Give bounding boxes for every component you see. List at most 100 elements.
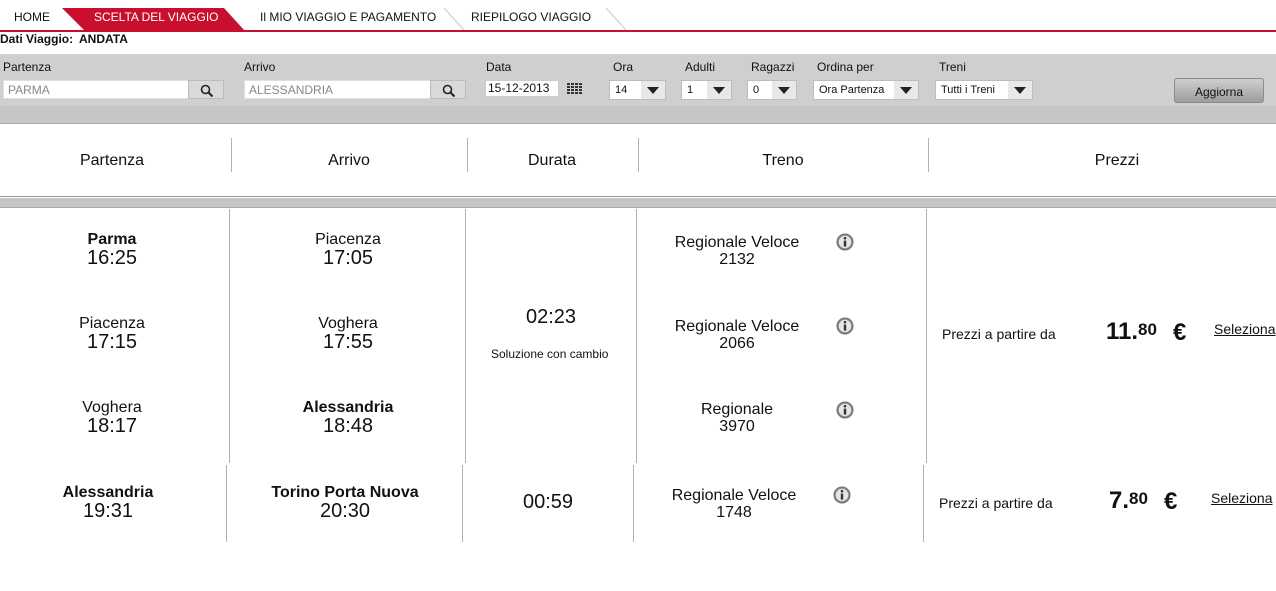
leg-departure: Parma 16:25 xyxy=(0,231,224,269)
price-decimals: 80 xyxy=(1138,320,1157,339)
departure-station: Piacenza xyxy=(79,315,145,332)
train: Regionale Veloce 1748 xyxy=(634,487,834,521)
leg-departure: Piacenza 17:15 xyxy=(0,315,224,353)
price-decimals: 80 xyxy=(1129,489,1148,508)
train: Regionale 3970 xyxy=(637,401,837,435)
info-icon[interactable] xyxy=(836,233,854,251)
leg-arrival: Voghera 17:55 xyxy=(232,315,464,353)
arrivo-label: Arrivo xyxy=(244,60,276,74)
divider xyxy=(465,209,466,463)
currency: € xyxy=(1173,319,1187,346)
step-riepilogo[interactable]: RIEPILOGO VIAGGIO xyxy=(471,0,591,30)
step-mio-viaggio[interactable]: Il MIO VIAGGIO E PAGAMENTO xyxy=(260,0,436,30)
currency: € xyxy=(1164,488,1178,515)
train-number: 1748 xyxy=(716,504,752,521)
price-value: 7.80 xyxy=(1109,487,1148,515)
date-input[interactable]: 15-12-2013 xyxy=(485,80,559,97)
leg-arrival: Torino Porta Nuova 20:30 xyxy=(228,484,462,522)
departure-time: 17:15 xyxy=(86,331,138,353)
divider xyxy=(926,209,927,463)
seleziona-link[interactable]: Seleziona xyxy=(1214,321,1276,337)
treni-select[interactable]: Tutti i Treni xyxy=(935,80,1033,100)
ordina-label: Ordina per xyxy=(817,60,874,74)
header-treno: Treno xyxy=(762,152,804,169)
adulti-label: Adulti xyxy=(685,60,716,74)
chevron-down-icon xyxy=(1008,81,1032,99)
dati-label: Dati Viaggio: xyxy=(0,32,74,46)
search-bar: Partenza PARMA Arrivo ALESSANDRIA Data O… xyxy=(0,54,1276,106)
duration-value: 02:23 xyxy=(525,306,577,328)
header-durata: Durata xyxy=(527,152,577,169)
duration: 02:23 xyxy=(466,307,636,328)
dati-value: ANDATA xyxy=(79,32,128,46)
ora-select[interactable]: 14 xyxy=(609,80,666,100)
duration-value: 00:59 xyxy=(522,491,574,513)
divider xyxy=(229,209,230,463)
info-icon[interactable] xyxy=(833,486,851,504)
arrival-time: 17:05 xyxy=(322,247,374,269)
ragazzi-select[interactable]: 0 xyxy=(747,80,797,100)
arrival-time: 20:30 xyxy=(319,500,371,522)
departure-station: Alessandria xyxy=(62,484,154,501)
magnifier-icon xyxy=(200,84,214,98)
partenza-input[interactable]: PARMA xyxy=(3,80,189,99)
header-partenza: Partenza xyxy=(79,152,145,169)
steps-nav: HOME SCELTA DEL VIAGGIO Il MIO VIAGGIO E… xyxy=(0,0,1276,32)
ordina-select[interactable]: Ora Partenza xyxy=(813,80,919,100)
dati-viaggio: Dati Viaggio: ANDATA xyxy=(0,32,128,46)
step-home[interactable]: HOME xyxy=(14,0,50,30)
results-header: Partenza Arrivo Durata Treno Prezzi xyxy=(0,124,1276,197)
price-value: 11.80 xyxy=(1106,318,1157,346)
arrivo-input[interactable]: ALESSANDRIA xyxy=(244,80,431,99)
aggiorna-button[interactable]: Aggiorna xyxy=(1174,78,1264,103)
departure-time: 19:31 xyxy=(82,500,134,522)
seleziona-link[interactable]: Seleziona xyxy=(1211,490,1273,506)
chevron-down-icon xyxy=(894,81,918,99)
partenza-search-button[interactable] xyxy=(188,80,224,99)
info-icon[interactable] xyxy=(836,401,854,419)
train-name: Regionale Veloce xyxy=(671,487,797,504)
leg-departure: Alessandria 19:31 xyxy=(0,484,216,522)
search-bar-bottom xyxy=(0,106,1276,124)
leg-arrival: Piacenza 17:05 xyxy=(232,231,464,269)
arrivo-search-button[interactable] xyxy=(430,80,466,99)
calendar-icon[interactable] xyxy=(566,82,584,96)
train-name: Regionale Veloce xyxy=(674,318,800,335)
data-label: Data xyxy=(486,60,512,74)
arrival-time: 17:55 xyxy=(322,331,374,353)
arrival-station: Alessandria xyxy=(302,399,394,416)
price-label: Prezzi a partire da xyxy=(942,326,1056,342)
price-integer: 11. xyxy=(1106,318,1139,345)
departure-station: Parma xyxy=(87,231,137,248)
header-gap xyxy=(0,198,1276,208)
train-number: 2132 xyxy=(719,251,755,268)
leg-arrival: Alessandria 18:48 xyxy=(232,399,464,437)
leg-departure: Voghera 18:17 xyxy=(0,399,224,437)
train-name: Regionale Veloce xyxy=(674,234,800,251)
price-label: Prezzi a partire da xyxy=(939,495,1053,511)
departure-station: Voghera xyxy=(82,399,142,416)
ragazzi-label: Ragazzi xyxy=(751,60,795,74)
treni-value: Tutti i Treni xyxy=(941,84,995,96)
treni-label: Treni xyxy=(939,60,966,74)
chevron-down-icon xyxy=(707,81,731,99)
adulti-select[interactable]: 1 xyxy=(681,80,732,100)
duration: 00:59 xyxy=(463,492,633,513)
departure-time: 16:25 xyxy=(86,247,138,269)
train-number: 3970 xyxy=(719,418,755,435)
arrival-time: 18:48 xyxy=(322,415,374,437)
ora-label: Ora xyxy=(613,60,634,74)
chevron-down-icon xyxy=(641,81,665,99)
step-scelta-del-viaggio[interactable]: SCELTA DEL VIAGGIO xyxy=(62,0,244,30)
ora-value: 14 xyxy=(615,84,628,96)
divider xyxy=(226,465,227,542)
departure-time: 18:17 xyxy=(86,415,138,437)
adulti-value: 1 xyxy=(687,84,694,96)
step-separator xyxy=(443,8,465,30)
train-number: 2066 xyxy=(719,335,755,352)
train: Regionale Veloce 2066 xyxy=(637,318,837,352)
info-icon[interactable] xyxy=(836,317,854,335)
step-separator xyxy=(605,8,627,30)
solution-note: Soluzione con cambio xyxy=(491,347,609,361)
header-arrivo: Arrivo xyxy=(328,152,370,169)
